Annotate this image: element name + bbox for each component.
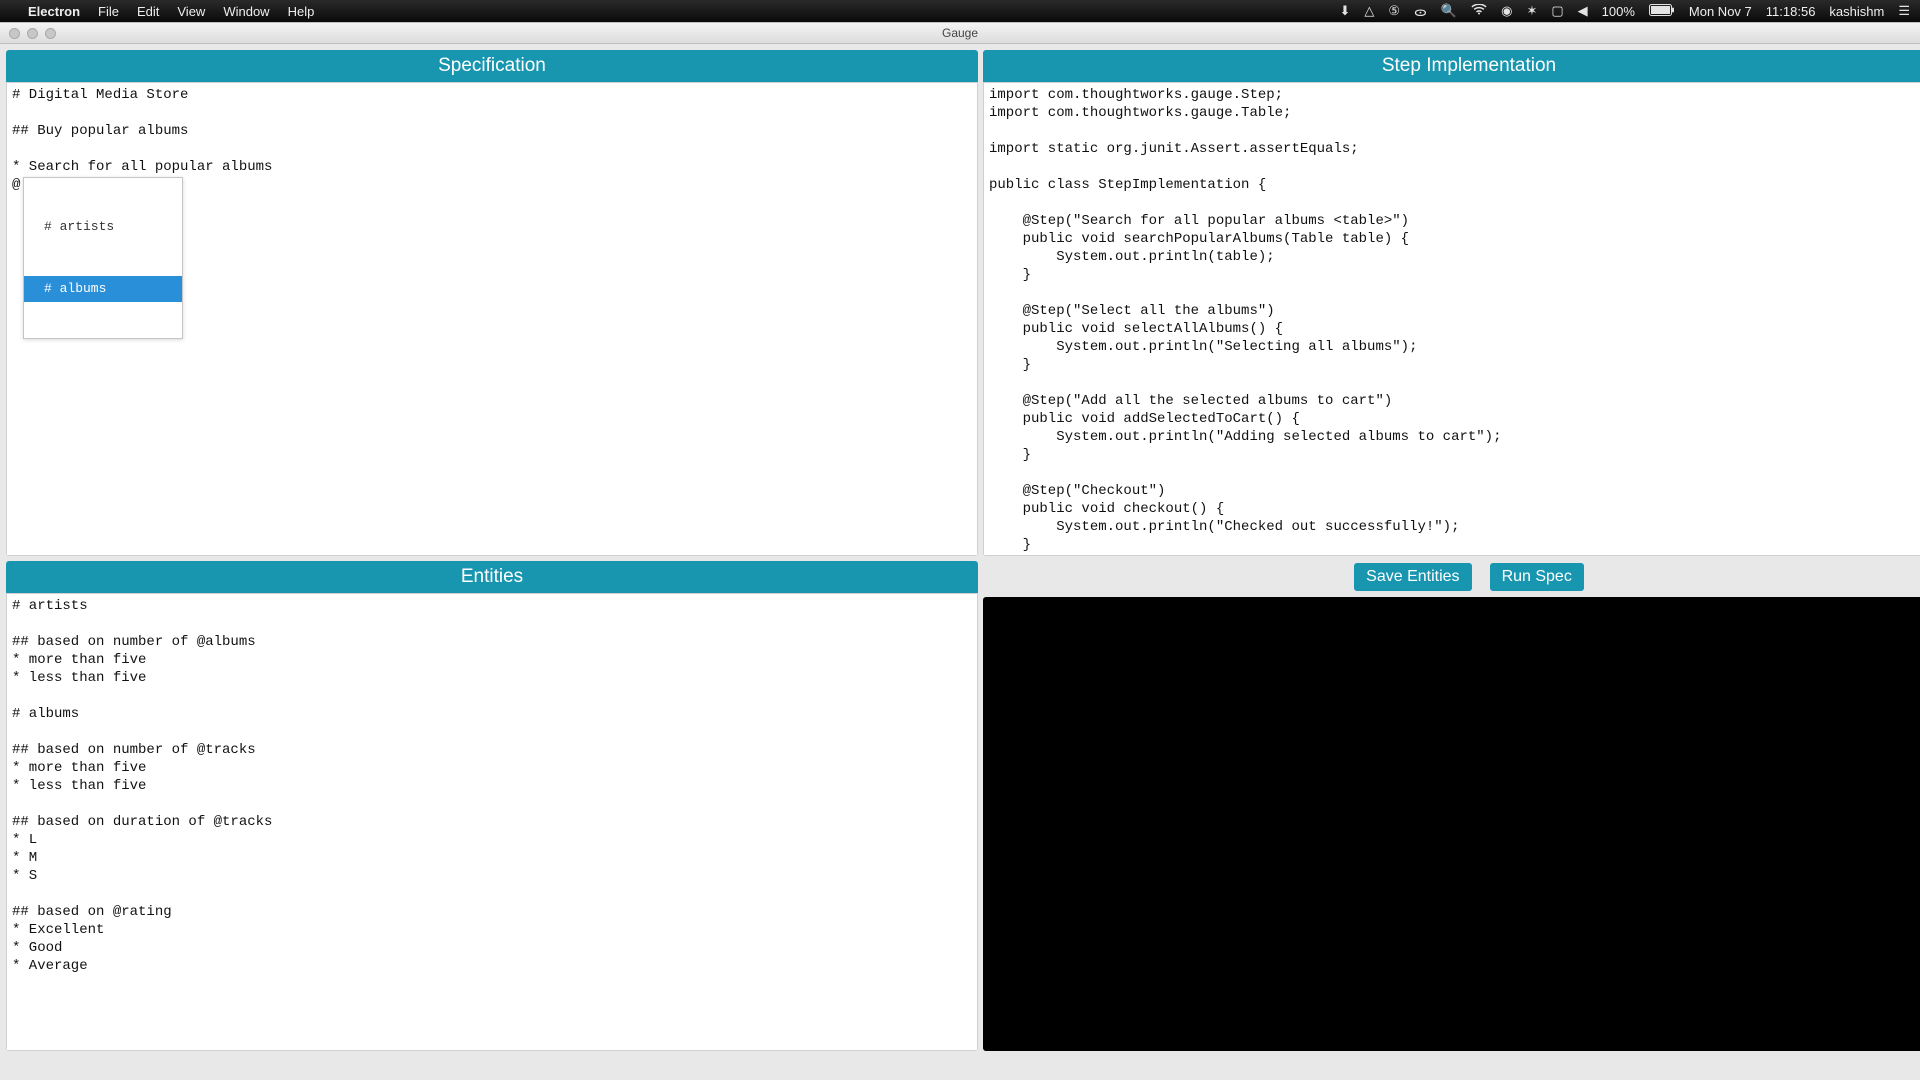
entities-text: # artists ## based on number of @albums …	[12, 598, 272, 974]
implementation-text: import com.thoughtworks.gauge.Step; impo…	[989, 87, 1501, 553]
autocomplete-popup[interactable]: # artists # albums	[23, 177, 183, 339]
airplay-icon[interactable]: ▢	[1551, 3, 1563, 19]
volume-icon[interactable]: ◀	[1578, 3, 1588, 19]
menubar-left: Electron File Edit View Window Help	[10, 4, 314, 19]
dropbox-icon[interactable]: ⬇︎	[1339, 3, 1350, 19]
entities-editor[interactable]: # artists ## based on number of @albums …	[6, 593, 978, 1051]
maximize-window-button[interactable]	[45, 28, 56, 39]
menubar-edit[interactable]: Edit	[137, 4, 159, 19]
menubar-right: ⬇︎ △ ⑤ ᯣ 🔍 ◉ ✶ ▢ ◀ 100% Mon Nov 7 11:18:…	[1339, 2, 1910, 20]
traffic-lights	[0, 28, 56, 39]
implementation-panel: Step Implementation import com.thoughtwo…	[983, 50, 1920, 556]
macos-menubar: Electron File Edit View Window Help ⬇︎ △…	[0, 0, 1920, 22]
spotlight-icon[interactable]: 🔍	[1441, 3, 1457, 19]
specification-editor[interactable]: # Digital Media Store ## Buy popular alb…	[6, 82, 978, 556]
bluetooth-icon[interactable]: ✶	[1526, 3, 1537, 19]
menu-icon[interactable]: ☰	[1898, 3, 1910, 19]
entities-header: Entities	[6, 561, 978, 593]
close-window-button[interactable]	[9, 28, 20, 39]
menubar-user[interactable]: kashishm	[1829, 4, 1884, 19]
window-titlebar: Gauge	[0, 22, 1920, 44]
specification-header: Specification	[6, 50, 978, 82]
menubar-window[interactable]: Window	[223, 4, 269, 19]
menubar-app-name[interactable]: Electron	[28, 4, 80, 19]
globe-icon[interactable]: ◉	[1501, 3, 1512, 19]
window-title: Gauge	[942, 26, 978, 40]
implementation-editor[interactable]: import com.thoughtworks.gauge.Step; impo…	[983, 82, 1920, 556]
wifi-icon[interactable]	[1471, 4, 1487, 19]
button-row: Save Entities Run Spec	[983, 561, 1920, 597]
implementation-header: Step Implementation	[983, 50, 1920, 82]
minimize-window-button[interactable]	[27, 28, 38, 39]
menubar-help[interactable]: Help	[288, 4, 315, 19]
specification-panel: Specification # Digital Media Store ## B…	[6, 50, 978, 556]
console-output[interactable]	[983, 597, 1920, 1051]
entities-panel: Entities # artists ## based on number of…	[6, 561, 978, 1051]
run-spec-button[interactable]: Run Spec	[1490, 563, 1584, 591]
shield-icon[interactable]: ⑤	[1388, 3, 1400, 19]
menubar-view[interactable]: View	[177, 4, 205, 19]
menubar-file[interactable]: File	[98, 4, 119, 19]
save-entities-button[interactable]: Save Entities	[1354, 563, 1471, 591]
menubar-date[interactable]: Mon Nov 7	[1689, 4, 1752, 19]
app-grid: Specification # Digital Media Store ## B…	[0, 44, 1920, 1080]
console-panel: Save Entities Run Spec	[983, 561, 1920, 1051]
battery-icon[interactable]	[1649, 4, 1675, 19]
glasses-icon[interactable]: ᯣ	[1414, 2, 1427, 20]
autocomplete-item-artists[interactable]: # artists	[24, 214, 182, 240]
autocomplete-item-albums[interactable]: # albums	[24, 276, 182, 302]
menubar-time[interactable]: 11:18:56	[1766, 4, 1816, 19]
battery-percent[interactable]: 100%	[1602, 4, 1635, 19]
triangle-icon[interactable]: △	[1364, 3, 1374, 19]
